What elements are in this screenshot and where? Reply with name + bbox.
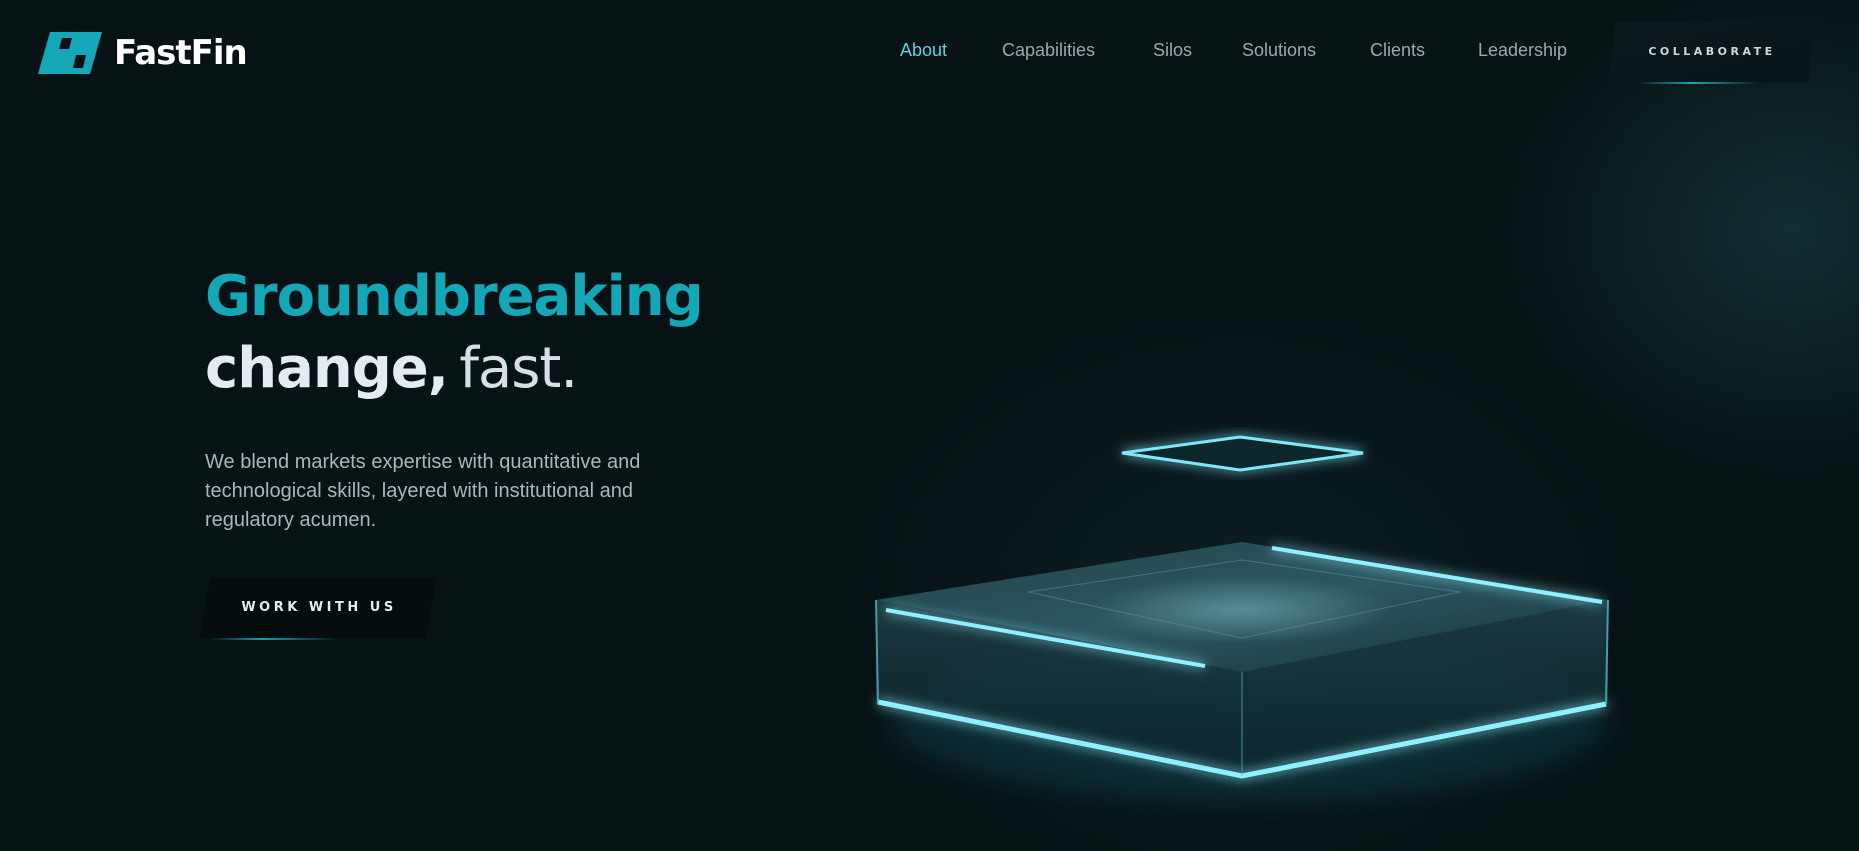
hero-subtext: We blend markets expertise with quantita… xyxy=(205,451,641,531)
glowing-platform-illustration xyxy=(875,435,1610,800)
nav-item-about[interactable]: About xyxy=(900,40,947,61)
headline-bold-word: change, xyxy=(205,336,449,401)
nav-item-leadership[interactable]: Leadership xyxy=(1478,40,1567,61)
collaborate-button-label: COLLABORATE xyxy=(1648,45,1776,58)
headline-line-1: Groundbreaking xyxy=(205,264,704,329)
headline-light-word: fast. xyxy=(459,336,578,401)
nav-item-solutions[interactable]: Solutions xyxy=(1242,40,1316,61)
brand-logo[interactable]: FastFin xyxy=(38,30,248,76)
nav-item-capabilities[interactable]: Capabilities xyxy=(1002,40,1095,61)
nav-item-clients[interactable]: Clients xyxy=(1370,40,1425,61)
work-with-us-label: WORK WITH US xyxy=(241,600,397,615)
nav-item-silos[interactable]: Silos xyxy=(1153,40,1192,61)
ff-logo-mark-icon xyxy=(38,32,102,74)
brand-name: FastFin xyxy=(114,33,248,73)
hero-headline: Groundbreaking change, fast. xyxy=(205,262,704,413)
work-with-us-button[interactable]: WORK WITH US xyxy=(200,576,438,640)
platform-box xyxy=(875,542,1610,800)
collaborate-button[interactable]: COLLABORATE xyxy=(1608,22,1816,84)
headline-line-2: change, fast. xyxy=(205,332,703,413)
site-header: FastFin About Capabilities Silos Solutio… xyxy=(0,0,1859,105)
floating-plate xyxy=(1121,435,1364,472)
